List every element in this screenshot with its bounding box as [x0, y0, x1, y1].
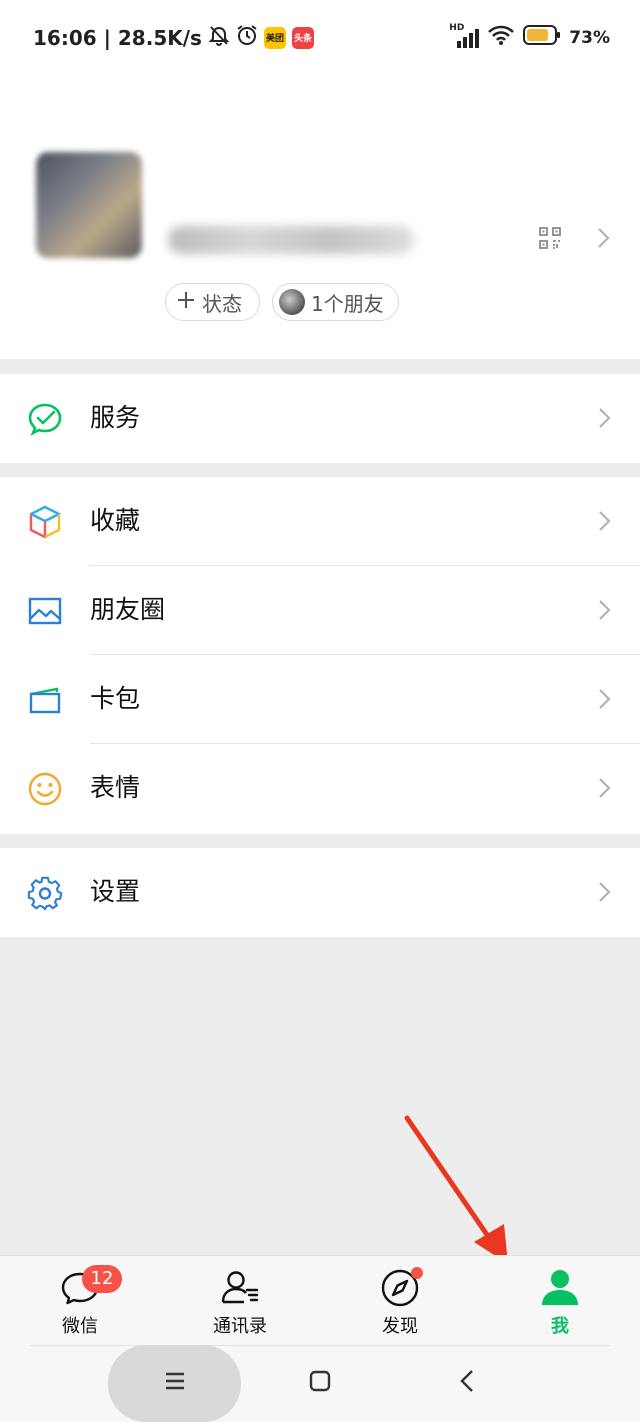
qr-code-icon[interactable]	[539, 227, 561, 253]
battery-percent: 73%	[569, 27, 610, 48]
menu-item-label: 设置	[90, 877, 141, 906]
toutiao-app-icon: 头条	[291, 26, 314, 49]
nav-separator	[30, 1345, 610, 1346]
tab-chats[interactable]: 12 微信	[25, 1256, 135, 1346]
menu-item-label: 朋友圈	[90, 595, 166, 624]
chevron-right-icon	[598, 510, 612, 536]
menu-lines-icon[interactable]	[163, 1369, 187, 1397]
chevron-right-icon	[598, 777, 612, 803]
friend-avatar	[279, 289, 305, 315]
gear-icon	[27, 875, 63, 911]
bottom-tab-bar: 12 微信 通讯录 发现 我	[0, 1255, 640, 1345]
menu-item-cards[interactable]: 卡包	[0, 655, 640, 744]
add-status-label: 状态	[202, 291, 242, 316]
nickname-blurred	[168, 226, 414, 254]
menu-item-label: 表情	[90, 773, 141, 802]
chevron-right-icon	[598, 407, 612, 433]
menu-item-services[interactable]: 服务	[0, 374, 640, 463]
annotation-arrow-icon	[400, 1112, 520, 1276]
tab-label: 我	[551, 1316, 569, 1337]
meituan-app-icon: 美团	[263, 26, 286, 49]
contacts-icon	[220, 1268, 260, 1308]
menu-item-moments[interactable]: 朋友圈	[0, 566, 640, 655]
moments-image-icon	[27, 593, 63, 629]
smiley-face-icon	[27, 771, 63, 807]
mute-bell-icon	[208, 24, 230, 51]
status-right: HD 73%	[449, 23, 610, 51]
card-wallet-icon	[27, 682, 63, 718]
tab-contacts[interactable]: 通讯录	[185, 1256, 295, 1346]
plus-icon	[176, 290, 196, 315]
status-bar: 16:06 | 28.5K/s 美团 头条 HD 73%	[0, 0, 640, 78]
tab-label: 通讯录	[213, 1316, 267, 1337]
battery-icon	[523, 25, 561, 50]
chevron-right-icon[interactable]	[597, 227, 611, 253]
wifi-icon	[487, 24, 515, 51]
tab-me[interactable]: 我	[505, 1256, 615, 1346]
avatar[interactable]	[36, 152, 142, 258]
unread-badge: 12	[82, 1265, 122, 1293]
back-chevron-icon[interactable]	[456, 1369, 480, 1397]
chevron-right-icon	[598, 599, 612, 625]
menu-item-label: 卡包	[90, 684, 141, 713]
tab-label: 发现	[382, 1316, 418, 1337]
chevron-right-icon	[598, 881, 612, 907]
friends-status-label: 1个朋友	[311, 291, 384, 316]
add-status-button[interactable]: 状态	[165, 283, 260, 321]
chevron-right-icon	[598, 688, 612, 714]
system-nav-bar	[0, 1345, 640, 1422]
menu-item-stickers[interactable]: 表情	[0, 744, 640, 833]
profile-header[interactable]: 状态 1个朋友	[0, 78, 640, 359]
tab-discover[interactable]: 发现	[345, 1256, 455, 1346]
signal-icon: HD	[449, 23, 480, 49]
status-left: 16:06 | 28.5K/s 美团 头条	[33, 24, 314, 51]
menu-item-label: 收藏	[90, 506, 141, 535]
services-icon	[27, 401, 63, 437]
menu-group-settings: 设置	[0, 848, 640, 937]
new-content-dot	[411, 1267, 423, 1279]
person-icon	[540, 1268, 580, 1308]
friends-status-button[interactable]: 1个朋友	[272, 283, 399, 321]
favorites-cube-icon	[27, 504, 63, 540]
home-square-icon[interactable]	[308, 1369, 332, 1397]
menu-item-favorites[interactable]: 收藏	[0, 477, 640, 566]
menu-item-settings[interactable]: 设置	[0, 848, 640, 937]
tab-label: 微信	[62, 1316, 98, 1337]
menu-item-label: 服务	[90, 403, 141, 432]
status-time-speed: 16:06 | 28.5K/s	[33, 25, 202, 50]
menu-group-services: 服务	[0, 374, 640, 463]
menu-group-main: 收藏 朋友圈 卡包 表情	[0, 477, 640, 834]
alarm-clock-icon	[236, 24, 258, 51]
